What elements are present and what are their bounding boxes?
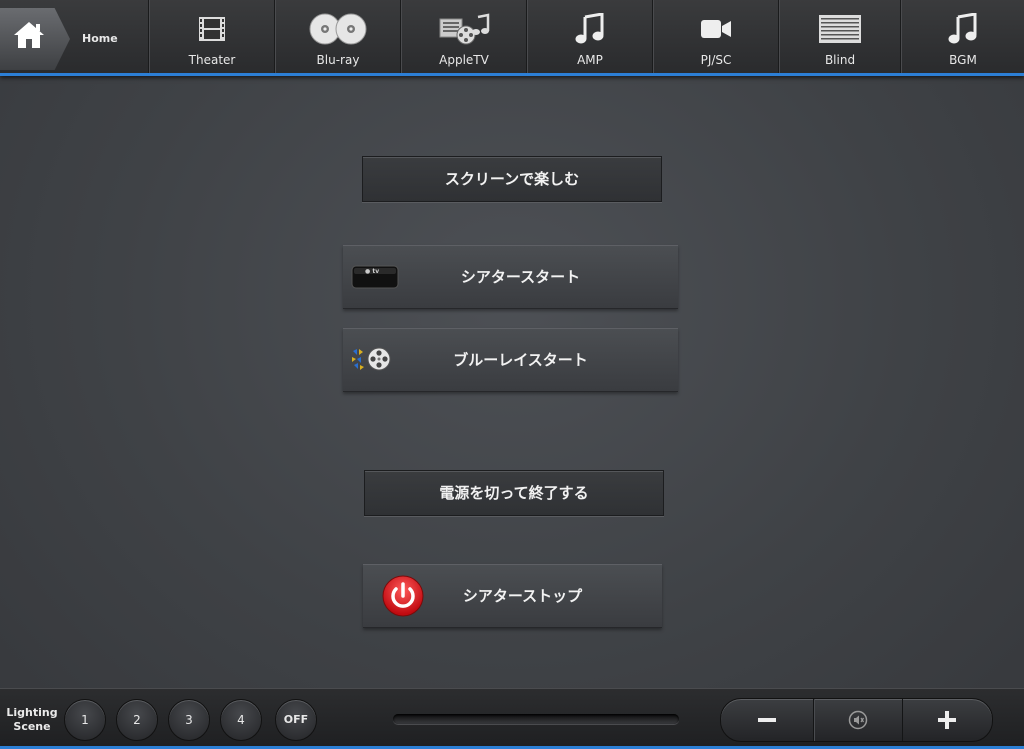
blinds-icon — [819, 15, 861, 43]
nav-item-label: Blu-ray — [316, 53, 360, 67]
home-icon — [14, 22, 44, 48]
lighting-scene-1-button[interactable]: 1 — [64, 699, 106, 741]
plus-icon — [937, 711, 956, 729]
nav-item-blind[interactable]: Blind — [778, 0, 901, 73]
bottom-control-bar: Lighting Scene 1 2 3 4 OFF — [0, 688, 1024, 749]
theater-stop-label: シアターストップ — [462, 587, 583, 605]
theater-start-label: シアタースタート — [460, 268, 581, 286]
power-off-header: 電源を切って終了する — [364, 470, 664, 516]
nav-home[interactable]: Home — [0, 0, 148, 73]
nav-item-label: Theater — [188, 53, 236, 67]
lighting-off-button[interactable]: OFF — [275, 699, 317, 741]
theater-start-button[interactable]: ● tv シアタースタート — [343, 245, 678, 309]
nav-item-label: AppleTV — [439, 53, 489, 67]
nav-item-label: Blind — [824, 53, 856, 67]
enjoy-screen-header: スクリーンで楽しむ — [362, 156, 662, 202]
film-icon — [199, 17, 225, 41]
top-nav-bar: Home Theater Blu-ray AppleTV AMP PJ/SC B… — [0, 0, 1024, 76]
volume-slider-track[interactable] — [393, 714, 679, 724]
nav-item-label: PJ/SC — [700, 53, 732, 67]
nav-item-amp[interactable]: AMP — [526, 0, 653, 73]
bluray-start-label: ブルーレイスタート — [453, 351, 588, 369]
bluray-start-button[interactable]: ブルーレイスタート — [343, 328, 678, 392]
nav-item-pjsc[interactable]: PJ/SC — [652, 0, 779, 73]
video-camera-icon — [701, 20, 731, 38]
nav-item-label: BGM — [949, 53, 977, 67]
nav-item-bluray[interactable]: Blu-ray — [274, 0, 401, 73]
music-note-icon — [948, 13, 977, 44]
nav-item-bgm[interactable]: BGM — [900, 0, 1024, 73]
nav-item-appletv[interactable]: AppleTV — [400, 0, 527, 73]
volume-controls — [720, 698, 993, 742]
music-note-icon — [575, 13, 604, 44]
discs-icon — [309, 13, 367, 45]
lighting-scene-4-button[interactable]: 4 — [220, 699, 262, 741]
lighting-scene-3-button[interactable]: 3 — [168, 699, 210, 741]
home-label: Home — [82, 32, 118, 45]
lighting-scene-2-button[interactable]: 2 — [116, 699, 158, 741]
mute-icon — [848, 710, 868, 730]
lighting-scene-label: Lighting Scene — [6, 706, 58, 733]
nav-item-theater[interactable]: Theater — [148, 0, 275, 73]
volume-down-button[interactable] — [721, 699, 813, 741]
volume-up-button[interactable] — [901, 699, 992, 741]
media-icon — [439, 13, 490, 45]
minus-icon — [758, 718, 776, 722]
nav-item-label: AMP — [577, 53, 603, 67]
theater-stop-button[interactable]: シアターストップ — [363, 564, 662, 628]
mute-button[interactable] — [813, 699, 903, 741]
